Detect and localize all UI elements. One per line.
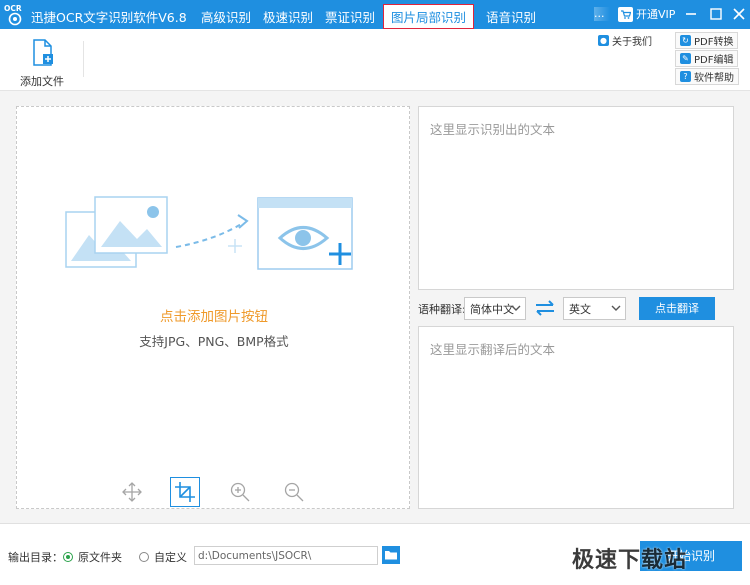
target-language-value: 英文	[569, 302, 591, 316]
zoom-in-button[interactable]	[225, 477, 255, 507]
close-button[interactable]	[731, 6, 747, 22]
zoom-out-button[interactable]	[279, 477, 309, 507]
output-directory-label: 输出目录：	[8, 551, 63, 564]
original-folder-radio[interactable]: 原文件夹	[63, 549, 122, 565]
translate-button[interactable]: 点击翻译	[639, 297, 715, 320]
pdf-edit-button[interactable]: ✎ PDF编辑	[675, 50, 739, 67]
swap-languages-button[interactable]	[534, 300, 556, 316]
main-area: 点击添加图片按钮 支持JPG、PNG、BMP格式 这里显示识别出的文本 语种翻译…	[0, 91, 750, 523]
crop-tool-button[interactable]	[170, 477, 200, 507]
add-file-icon	[33, 39, 53, 66]
start-recognition-button[interactable]: 开始识别	[640, 541, 742, 571]
zoom-in-icon	[230, 482, 250, 502]
custom-folder-label: 自定义	[154, 551, 187, 564]
footer: 输出目录： 原文件夹 自定义 开始识别 极速下载站	[0, 523, 750, 585]
browse-folder-button[interactable]	[382, 546, 400, 564]
supported-formats-text: 支持JPG、PNG、BMP格式	[139, 334, 289, 349]
move-tool-button[interactable]	[117, 477, 147, 507]
maximize-icon	[710, 8, 722, 20]
tab-advanced-recognition[interactable]: 高级识别	[201, 7, 251, 26]
radio-unselected-icon	[139, 552, 149, 562]
folder-icon	[385, 551, 397, 560]
software-help-button[interactable]: ? 软件帮助	[675, 68, 739, 85]
svg-text:OCR: OCR	[4, 4, 22, 13]
radio-selected-icon	[63, 552, 73, 562]
software-help-label: 软件帮助	[694, 73, 734, 84]
maximize-button[interactable]	[708, 6, 724, 22]
translated-text-placeholder: 这里显示翻译后的文本	[430, 342, 556, 357]
source-language-value: 简体中文	[470, 302, 514, 316]
crop-icon	[175, 482, 195, 502]
more-tabs-button[interactable]: ...	[594, 7, 610, 21]
toolbar: 添加文件 ● 关于我们 ↻ PDF转换 ✎ PDF编辑 ? 软件帮助	[0, 29, 750, 91]
help-icon: ?	[680, 71, 691, 82]
app-title: 迅捷OCR文字识别软件V6.8	[31, 10, 187, 25]
add-file-label: 添加文件	[20, 75, 64, 88]
edit-icon: ✎	[680, 53, 691, 64]
output-path-input[interactable]	[194, 546, 378, 565]
custom-folder-radio[interactable]: 自定义	[139, 549, 187, 565]
user-icon: ●	[598, 35, 609, 46]
chevron-down-icon	[511, 305, 521, 311]
app-logo-icon: OCR	[4, 3, 26, 26]
tab-ticket-recognition[interactable]: 票证识别	[325, 7, 375, 26]
pdf-convert-button[interactable]: ↻ PDF转换	[675, 32, 739, 49]
tab-fast-recognition[interactable]: 极速识别	[263, 7, 313, 26]
recognized-text-box[interactable]: 这里显示识别出的文本	[418, 106, 734, 290]
convert-icon: ↻	[680, 35, 691, 46]
add-image-illustration-icon	[65, 196, 353, 270]
swap-icon	[536, 300, 554, 316]
translated-text-box[interactable]: 这里显示翻译后的文本	[418, 326, 734, 509]
vip-label: 开通VIP	[636, 8, 676, 21]
target-language-select[interactable]: 英文	[563, 297, 626, 320]
minimize-button[interactable]	[683, 6, 699, 22]
recognized-text-placeholder: 这里显示识别出的文本	[430, 122, 556, 137]
about-us-button[interactable]: ● 关于我们	[594, 32, 656, 49]
pdf-convert-label: PDF转换	[694, 37, 734, 48]
add-file-button[interactable]: 添加文件	[18, 37, 66, 88]
minimize-icon	[686, 13, 696, 15]
add-image-hint[interactable]: 点击添加图片按钮	[17, 305, 411, 325]
image-drop-area[interactable]: 点击添加图片按钮 支持JPG、PNG、BMP格式	[16, 106, 410, 509]
source-language-select[interactable]: 简体中文	[464, 297, 526, 320]
pdf-edit-label: PDF编辑	[694, 55, 734, 66]
tab-voice-recognition[interactable]: 语音识别	[486, 7, 536, 26]
zoom-out-icon	[284, 482, 304, 502]
move-icon	[122, 482, 142, 502]
cart-icon	[618, 6, 633, 22]
close-icon	[733, 8, 745, 20]
chevron-down-icon	[611, 305, 621, 311]
vip-button[interactable]: 开通VIP	[618, 4, 675, 24]
title-bar: OCR 迅捷OCR文字识别软件V6.8 高级识别 极速识别 票证识别 图片局部识…	[0, 0, 750, 29]
translate-language-label: 语种翻译:	[418, 303, 466, 316]
original-folder-label: 原文件夹	[78, 551, 122, 564]
about-us-label: 关于我们	[612, 37, 652, 48]
tab-image-partial-recognition[interactable]: 图片局部识别	[383, 4, 475, 29]
toolbar-divider	[83, 41, 84, 77]
